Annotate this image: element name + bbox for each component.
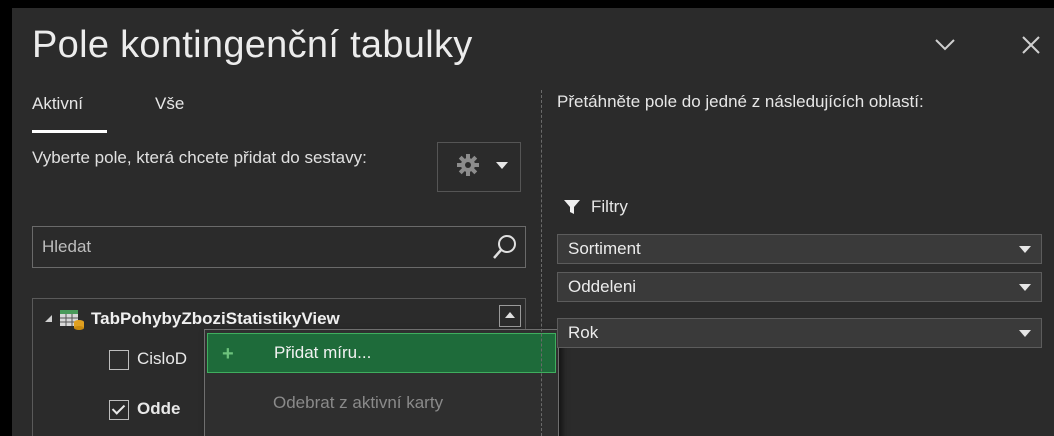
chevron-down-icon[interactable] <box>1019 284 1031 291</box>
collapse-button[interactable] <box>930 30 960 60</box>
field-checkbox-checked[interactable] <box>109 400 129 420</box>
field-label: CisloD <box>137 349 188 368</box>
close-icon <box>1022 36 1040 54</box>
expand-collapse-icon[interactable] <box>45 315 52 322</box>
search-icon[interactable] <box>491 233 519 261</box>
chevron-down-icon[interactable] <box>1019 330 1031 337</box>
scroll-up-button[interactable] <box>499 305 521 327</box>
menu-item-label: Přidat míru... <box>274 343 372 362</box>
menu-item-label: Odebrat z aktivní karty <box>273 393 444 412</box>
menu-item-remove-from-active[interactable]: Odebrat z aktivní karty <box>207 384 556 424</box>
close-button[interactable] <box>1016 30 1046 60</box>
chevron-down-icon <box>496 162 508 169</box>
plus-icon: + <box>222 343 234 365</box>
field-instruction: Vyberte pole, která chcete přidat do ses… <box>32 148 367 167</box>
table-name: TabPohybyZboziStatistikyView <box>91 309 340 328</box>
context-menu: + Přidat míru... Odebrat z aktivní karty <box>204 329 559 436</box>
chevron-down-icon[interactable] <box>1019 246 1031 253</box>
field-checkbox[interactable] <box>109 350 129 370</box>
field-settings-button[interactable] <box>437 142 521 192</box>
filter-field-sortiment[interactable]: Sortiment <box>557 234 1042 264</box>
filter-icon <box>564 200 580 214</box>
pane-title: Pole kontingenční tabulky <box>32 24 473 66</box>
filters-label: Filtry <box>591 197 628 216</box>
tab-active[interactable]: Aktivní <box>32 94 83 114</box>
tab-all[interactable]: Vše <box>155 94 184 114</box>
pivot-field-pane: Pole kontingenční tabulky Aktivní Vše Vy… <box>12 8 1054 436</box>
drag-instruction: Přetáhněte pole do jedné z následujících… <box>557 92 924 111</box>
filter-field-label: Oddeleni <box>568 277 637 296</box>
table-icon <box>60 310 84 330</box>
filter-field-label: Rok <box>568 323 599 342</box>
search-input[interactable]: Hledat <box>32 226 526 268</box>
filter-field-label: Sortiment <box>568 239 641 258</box>
gear-icon <box>457 154 479 176</box>
pane-divider <box>541 90 542 436</box>
menu-item-add-measure[interactable]: + Přidat míru... <box>207 333 556 373</box>
active-tab-indicator <box>32 130 107 133</box>
search-placeholder: Hledat <box>42 237 92 256</box>
chevron-down-icon <box>935 39 955 51</box>
filter-field-rok[interactable]: Rok <box>557 318 1042 348</box>
field-label: Odde <box>137 399 181 418</box>
filter-field-oddeleni[interactable]: Oddeleni <box>557 272 1042 302</box>
